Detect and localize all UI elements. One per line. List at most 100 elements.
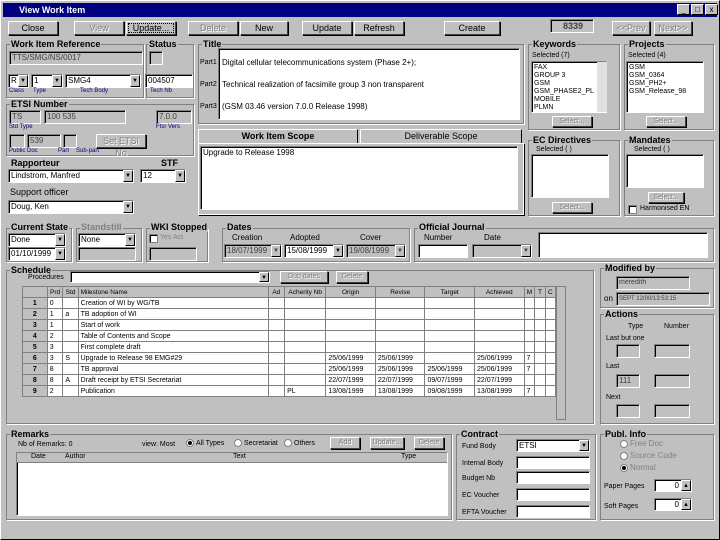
scope-text[interactable]: Upgrade to Release 1998 [200, 146, 518, 210]
table-cell[interactable]: 25/06/1999 [325, 363, 376, 375]
table-cell[interactable] [544, 319, 557, 331]
table-cell[interactable] [267, 308, 286, 320]
table-cell[interactable] [523, 297, 536, 309]
table-cell[interactable] [534, 385, 546, 397]
table-cell[interactable]: 22/07/1999 [325, 374, 376, 386]
table-cell[interactable] [267, 341, 286, 353]
table-cell[interactable]: 1 [46, 319, 64, 331]
creation-date[interactable]: 18/07/1999 ▼ [224, 244, 282, 258]
table-cell[interactable] [523, 374, 536, 386]
list-item[interactable]: MOBILE [534, 96, 604, 104]
oj-date-field[interactable]: ▼ [472, 244, 532, 258]
tech-body-combo[interactable]: SMG4 ▼ [65, 74, 141, 88]
table-cell[interactable] [544, 385, 557, 397]
table-cell[interactable]: 1 [46, 308, 64, 320]
refresh-button[interactable]: Refresh [354, 21, 404, 35]
table-cell[interactable] [424, 341, 475, 353]
remarks-secretariat-radio[interactable]: Secretariat [234, 439, 278, 449]
harmonised-en-checkbox[interactable] [628, 205, 637, 214]
table-cell[interactable] [534, 297, 546, 309]
table-cell[interactable]: Draft receipt by ETSI Secretariat [77, 374, 269, 386]
schedule-scrollbar[interactable] [556, 286, 566, 420]
ec-voucher-field[interactable] [516, 488, 590, 501]
list-item[interactable]: GSM [534, 80, 604, 88]
new-button[interactable]: New [240, 21, 288, 35]
table-row[interactable]: 5 3 First complete draft [22, 341, 557, 353]
table-cell[interactable] [62, 297, 79, 309]
table-cell[interactable] [267, 319, 286, 331]
tab-work-item-scope[interactable]: Work Item Scope [198, 129, 358, 143]
table-cell[interactable] [284, 352, 327, 364]
remarks-add-button[interactable]: Add [330, 437, 360, 449]
view-button[interactable]: View [74, 21, 124, 35]
table-cell[interactable]: 22/07/1999 [473, 374, 525, 386]
chevron-down-icon[interactable]: ▼ [333, 245, 343, 257]
mandates-list[interactable] [626, 154, 704, 188]
table-cell[interactable] [284, 297, 327, 309]
table-cell[interactable]: Creation of WI by WG/TB [77, 297, 269, 309]
class-combo[interactable]: R ▼ [8, 74, 29, 88]
source-code-radio[interactable]: Source Code [620, 451, 677, 461]
keywords-scrollbar[interactable] [597, 62, 607, 112]
table-cell[interactable] [544, 341, 557, 353]
table-cell[interactable] [473, 319, 525, 331]
table-cell[interactable] [544, 330, 557, 342]
table-cell[interactable] [523, 330, 536, 342]
list-item[interactable]: GSM_0364 [629, 72, 701, 80]
table-cell[interactable] [284, 319, 327, 331]
table-cell[interactable] [424, 308, 475, 320]
table-cell[interactable]: 7 [523, 352, 536, 364]
chevron-down-icon[interactable]: ▼ [395, 245, 405, 257]
normal-radio[interactable]: Normal [620, 463, 656, 473]
list-item[interactable]: GSM_Release_98 [629, 88, 701, 96]
table-row[interactable]: 9 2 Publication PL 13/08/1999 13/08/1999 09/08… [22, 385, 557, 397]
table-cell[interactable]: 13/08/1999 [325, 385, 376, 397]
table-cell[interactable]: Start of work [77, 319, 269, 331]
radio-dot[interactable] [620, 451, 628, 460]
table-cell[interactable] [325, 297, 376, 309]
table-cell[interactable] [534, 308, 546, 320]
table-row[interactable]: 8 8 A Draft receipt by ETSI Secretariat 22/0… [22, 374, 557, 386]
table-cell[interactable]: First complete draft [77, 341, 269, 353]
chevron-down-icon[interactable]: ▼ [52, 75, 62, 87]
remarks-delete-button[interactable]: Delete [414, 437, 444, 449]
table-cell[interactable]: 25/06/1999 [374, 363, 426, 375]
projects-select-button[interactable]: Select... [646, 116, 686, 127]
table-cell[interactable]: 3 [46, 352, 64, 364]
chevron-down-icon[interactable]: ▼ [125, 234, 135, 246]
procedures-combo[interactable]: ▼ [70, 271, 270, 283]
table-cell[interactable] [544, 374, 557, 386]
table-cell[interactable] [473, 330, 525, 342]
schedule-delete-button[interactable]: Delete [336, 271, 368, 283]
remarks-others-radio[interactable]: Others [284, 439, 315, 449]
table-cell[interactable] [325, 319, 376, 331]
wki-stopped-checkbox[interactable] [149, 234, 158, 243]
standstill-combo[interactable]: None ▼ [78, 233, 136, 247]
table-cell[interactable] [534, 352, 546, 364]
table-cell[interactable] [424, 319, 475, 331]
stf-combo[interactable]: 12 ▼ [140, 169, 186, 183]
row-number-cell[interactable]: 1 [22, 297, 48, 309]
table-cell[interactable] [473, 297, 525, 309]
table-cell[interactable] [534, 374, 546, 386]
oj-reference-field[interactable] [538, 232, 708, 258]
current-state-combo[interactable]: Done ▼ [8, 233, 66, 247]
table-row[interactable]: 4 2 Table of Contents and Scope [22, 330, 557, 342]
keywords-select-button[interactable]: Select... [552, 116, 592, 127]
table-cell[interactable] [424, 352, 475, 364]
table-cell[interactable]: 8 [46, 363, 64, 375]
update-dialog-button[interactable]: Update... [126, 21, 176, 35]
table-row[interactable]: 1 0 Creation of WI by WG/TB [22, 297, 557, 309]
type-combo[interactable]: 1 ▼ [31, 74, 63, 88]
chevron-down-icon[interactable]: ▼ [55, 234, 65, 246]
table-cell[interactable] [374, 308, 426, 320]
table-cell[interactable] [523, 308, 536, 320]
delete-button[interactable]: Delete [188, 21, 238, 35]
table-cell[interactable] [284, 308, 327, 320]
remarks-update-button[interactable]: Update... [370, 437, 404, 449]
table-cell[interactable]: 09/08/1999 [424, 385, 475, 397]
list-item[interactable]: GSM_PH2+ [629, 80, 701, 88]
table-cell[interactable] [473, 308, 525, 320]
row-number-cell[interactable]: 2 [22, 308, 48, 320]
table-cell[interactable] [267, 363, 286, 375]
